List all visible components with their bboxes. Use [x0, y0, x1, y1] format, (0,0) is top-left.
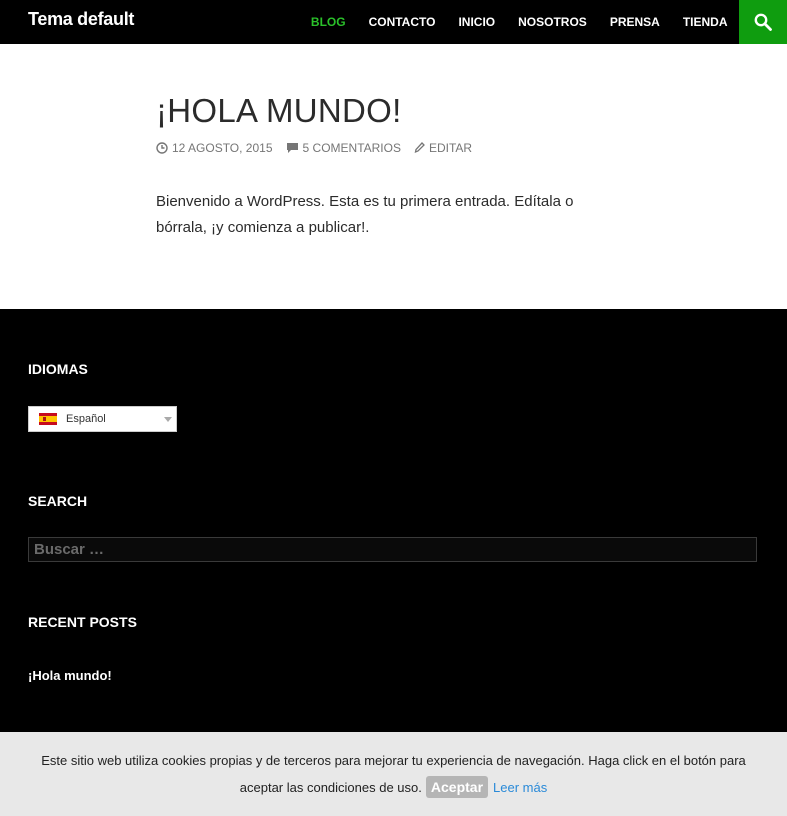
site-header: Tema default BLOG CONTACTO INICIO NOSOTR…: [0, 0, 787, 44]
read-more-link[interactable]: Leer más: [493, 780, 547, 795]
nav-item-prensa[interactable]: PRENSA: [598, 0, 671, 44]
clock-icon: [156, 142, 168, 154]
search-input[interactable]: [28, 537, 757, 562]
site-title[interactable]: Tema default: [28, 9, 134, 30]
main-nav: BLOG CONTACTO INICIO NOSOTROS PRENSA TIE…: [299, 0, 739, 44]
comment-icon: [286, 143, 298, 153]
nav-item-inicio[interactable]: INICIO: [447, 0, 507, 44]
cookie-message-line1: Este sitio web utiliza cookies propias y…: [41, 753, 746, 768]
post-title[interactable]: ¡HOLA MUNDO!: [156, 92, 402, 130]
search-icon: [754, 13, 772, 31]
cookie-message-line2-row: aceptar las condiciones de uso. Aceptar …: [0, 776, 787, 798]
widget-title-recent-posts: RECENT POSTS: [28, 614, 137, 630]
language-select-value: Español: [66, 413, 106, 425]
post-date[interactable]: 12 AGOSTO, 2015: [156, 141, 273, 155]
nav-item-nosotros[interactable]: NOSOTROS: [507, 0, 599, 44]
recent-post-link[interactable]: ¡Hola mundo!: [28, 668, 112, 683]
nav-item-blog[interactable]: BLOG: [299, 0, 357, 44]
post-edit-link[interactable]: EDITAR: [414, 141, 472, 155]
post-body: Bienvenido a WordPress. Esta es tu prime…: [156, 193, 574, 236]
pencil-icon: [414, 142, 425, 154]
widget-title-languages: IDIOMAS: [28, 361, 88, 377]
main-content: ¡HOLA MUNDO! 12 AGOSTO, 2015 5 COMENTARI…: [0, 44, 787, 309]
accept-cookies-button[interactable]: Aceptar: [425, 776, 489, 798]
nav-item-contacto[interactable]: CONTACTO: [357, 0, 447, 44]
post-comments-text: 5 COMENTARIOS: [302, 141, 401, 155]
post-edit-text: EDITAR: [428, 141, 473, 155]
cookie-bar: Este sitio web utiliza cookies propias y…: [0, 732, 787, 816]
language-select[interactable]: Español: [28, 406, 177, 432]
nav-item-tienda[interactable]: TIENDA: [671, 0, 739, 44]
post-meta: 12 AGOSTO, 2015 5 COMENTARIOS EDITAR: [156, 141, 485, 155]
post-comments-link[interactable]: 5 COMENTARIOS: [286, 141, 401, 155]
search-toggle-button[interactable]: [739, 0, 787, 44]
spain-flag-icon: [39, 413, 57, 425]
chevron-down-icon: [164, 417, 172, 422]
widget-title-search: SEARCH: [28, 493, 88, 509]
post-date-text: 12 AGOSTO, 2015: [172, 141, 273, 155]
cookie-message-line2: aceptar las condiciones de uso.: [239, 779, 422, 795]
